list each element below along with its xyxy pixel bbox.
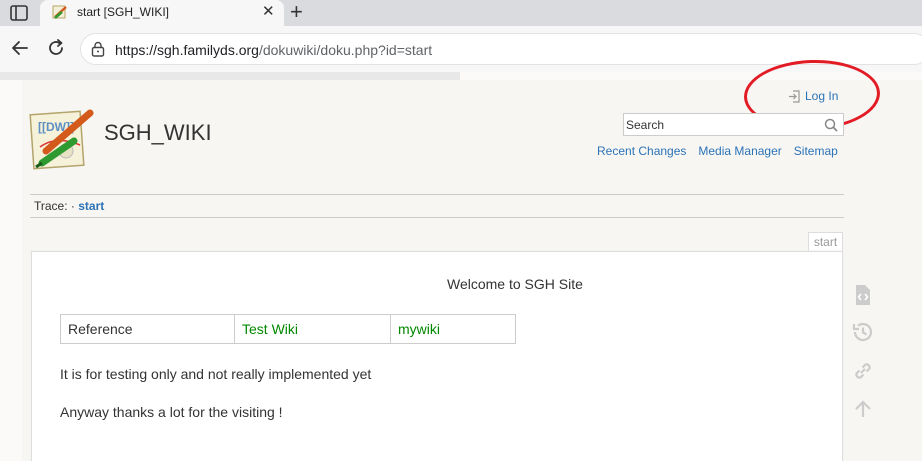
lock-icon[interactable] [91, 41, 105, 57]
welcome-heading: Welcome to SGH Site [447, 276, 583, 292]
test-wiki-link[interactable]: Test Wiki [234, 314, 391, 344]
dokuwiki-logo-icon[interactable]: [[DW]] [26, 107, 96, 173]
paragraph-testing: It is for testing only and not really im… [60, 366, 372, 382]
reload-icon[interactable] [46, 38, 66, 58]
table-cell-reference: Reference [60, 314, 235, 344]
page-content: Welcome to SGH Site Reference Test Wiki … [31, 251, 843, 461]
table-row: Reference Test Wiki mywiki [60, 314, 516, 344]
dokuwiki-favicon-icon [52, 5, 67, 19]
sitemap-link[interactable]: Sitemap [794, 144, 838, 158]
reference-table: Reference Test Wiki mywiki [60, 314, 516, 344]
recent-changes-link[interactable]: Recent Changes [597, 144, 686, 158]
new-tab-icon[interactable]: + [290, 1, 303, 23]
search-box [623, 113, 844, 136]
site-tools: Recent Changes Media Manager Sitemap [597, 144, 838, 158]
breadcrumb-separator: · [70, 199, 75, 213]
back-arrow-icon[interactable] [10, 38, 30, 58]
header-divider [30, 194, 844, 195]
browser-tab[interactable]: start [SGH_WIKI] ✕ [40, 0, 284, 26]
breadcrumb-divider [30, 217, 844, 218]
breadcrumb: Trace: · start [34, 199, 104, 213]
close-tab-icon[interactable]: ✕ [262, 4, 275, 20]
media-manager-link[interactable]: Media Manager [698, 144, 781, 158]
search-input[interactable] [626, 116, 816, 134]
page-id-tab: start [808, 232, 843, 251]
address-bar[interactable]: https://sgh.familyds.org/dokuwiki/doku.p… [80, 33, 922, 65]
back-to-top-icon[interactable] [851, 397, 875, 421]
browser-tab-bar: start [SGH_WIKI] ✕ + [0, 0, 922, 26]
old-revisions-icon[interactable] [851, 320, 875, 344]
mywiki-link[interactable]: mywiki [390, 314, 516, 344]
breadcrumb-label: Trace: [34, 199, 68, 213]
show-source-icon[interactable] [851, 283, 875, 307]
search-icon[interactable] [824, 118, 838, 132]
breadcrumb-item-start[interactable]: start [78, 199, 104, 213]
paragraph-thanks: Anyway thanks a lot for the visiting ! [60, 404, 283, 420]
tab-title: start [SGH_WIKI] [77, 5, 170, 19]
window-menu-icon[interactable] [10, 5, 28, 21]
url-text: https://sgh.familyds.org/dokuwiki/doku.p… [115, 42, 433, 58]
backlinks-icon[interactable] [851, 359, 875, 383]
top-strip [0, 72, 460, 80]
site-title[interactable]: SGH_WIKI [104, 120, 212, 146]
